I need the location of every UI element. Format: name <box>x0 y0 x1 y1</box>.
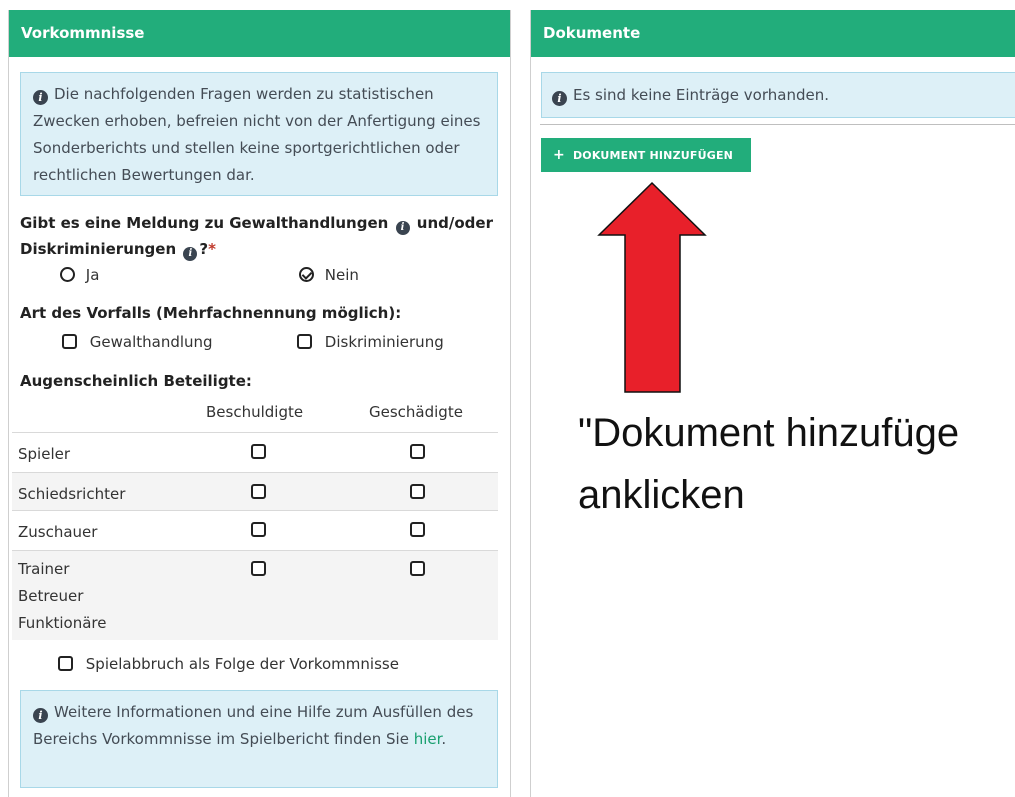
spieler-beschuldigte-checkbox[interactable] <box>251 444 266 459</box>
col-geschaedigte: Geschädigte <box>369 403 463 421</box>
instruction-line2: anklicken <box>578 473 745 517</box>
gewalthandlung-checkbox[interactable] <box>62 334 77 349</box>
info-icon: i <box>552 91 567 106</box>
trainer-beschuldigte-checkbox[interactable] <box>251 561 266 576</box>
radio-nein[interactable]: Nein <box>299 266 359 284</box>
table-row: Spieler <box>12 432 498 472</box>
instruction-text-line2: anklicken <box>578 472 745 518</box>
info-icon: i <box>33 90 48 105</box>
radio-ja-circle[interactable] <box>60 267 75 282</box>
instruction-text: "Dokument hinzufüge <box>578 410 959 456</box>
vorkommnisse-header: Vorkommnisse <box>9 10 510 57</box>
add-document-label: DOKUMENT HINZUFÜGEN <box>572 149 734 162</box>
radio-nein-checked[interactable] <box>299 267 314 282</box>
spieler-geschaedigte-checkbox[interactable] <box>410 444 425 459</box>
schiedsrichter-geschaedigte-checkbox[interactable] <box>410 484 425 499</box>
instruction-line1: "Dokument hinzufüge <box>578 411 960 455</box>
required-marker: * <box>208 240 216 258</box>
radio-nein-label: Nein <box>324 266 359 284</box>
row-label-schiedsrichter: Schiedsrichter <box>18 485 126 503</box>
incident-type-label: Art des Vorfalls (Mehrfachnennung möglic… <box>20 304 402 322</box>
help-link[interactable]: hier <box>414 730 442 748</box>
violence-question-label: Gibt es eine Meldung zu Gewalthandlungen… <box>20 214 493 261</box>
diskriminierung-label: Diskriminierung <box>324 333 444 351</box>
empty-info-box: i Es sind keine Einträge vorhanden. <box>541 72 1015 118</box>
divider <box>540 124 1015 125</box>
checkbox-spielabbruch[interactable]: Spielabbruch als Folge der Vorkommnisse <box>58 655 399 673</box>
row-label-zuschauer: Zuschauer <box>18 523 98 541</box>
participants-label: Augenscheinlich Beteiligte: <box>20 372 252 390</box>
col-beschuldigte: Beschuldigte <box>206 403 304 421</box>
add-document-button[interactable]: + DOKUMENT HINZUFÜGEN <box>541 138 751 172</box>
statistics-info-text: Die nachfolgenden Fragen werden zu stati… <box>33 85 481 184</box>
gewalthandlung-label: Gewalthandlung <box>89 333 213 351</box>
dokumente-header: Dokumente <box>531 10 1015 57</box>
help-info-box: i Weitere Informationen und eine Hilfe zu… <box>20 690 498 788</box>
statistics-info-box: i Die nachfolgenden Fragen werden zu stat… <box>20 72 498 196</box>
help-text: Weitere Informationen und eine Hilfe zum… <box>33 703 474 748</box>
info-icon: i <box>33 708 48 723</box>
zuschauer-geschaedigte-checkbox[interactable] <box>410 522 425 537</box>
red-arrow-annotation <box>597 181 707 393</box>
trainer-geschaedigte-checkbox[interactable] <box>410 561 425 576</box>
plus-icon: + <box>553 147 565 163</box>
table-row: Schiedsrichter <box>12 472 498 510</box>
empty-text: Es sind keine Einträge vorhanden. <box>573 86 829 104</box>
checkbox-diskriminierung[interactable]: Diskriminierung <box>297 333 444 351</box>
table-row: Zuschauer <box>12 510 498 550</box>
dokumente-panel: Dokumente <box>530 10 1015 797</box>
schiedsrichter-beschuldigte-checkbox[interactable] <box>251 484 266 499</box>
discrimination-info-icon[interactable]: i <box>183 247 198 261</box>
table-row: Trainer Betreuer Funktionäre <box>12 550 498 640</box>
radio-ja-label: Ja <box>85 266 100 284</box>
checkbox-gewalthandlung[interactable]: Gewalthandlung <box>62 333 213 351</box>
radio-ja[interactable]: Ja <box>60 266 99 284</box>
row-label-spieler: Spieler <box>18 445 71 463</box>
arrow-shape <box>597 181 707 393</box>
row-label-trainer: Trainer Betreuer Funktionäre <box>18 560 107 632</box>
diskriminierung-checkbox[interactable] <box>297 334 312 349</box>
zuschauer-beschuldigte-checkbox[interactable] <box>251 522 266 537</box>
spielabbruch-checkbox[interactable] <box>58 656 73 671</box>
spielabbruch-label: Spielabbruch als Folge der Vorkommnisse <box>85 655 399 673</box>
violence-info-icon[interactable]: i <box>395 221 410 235</box>
